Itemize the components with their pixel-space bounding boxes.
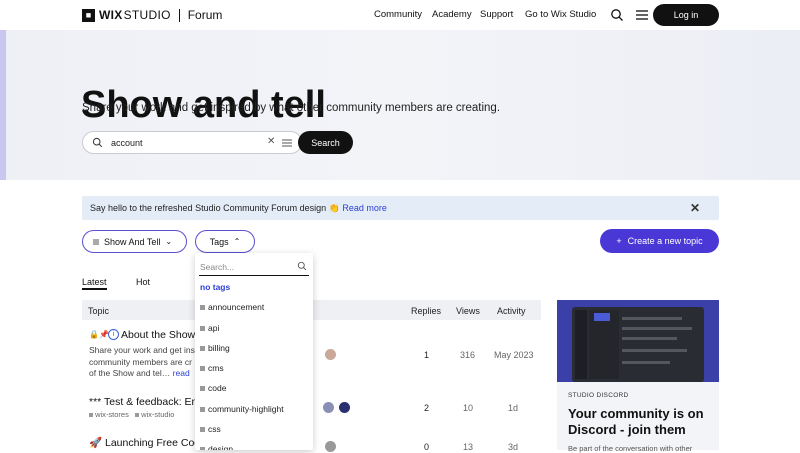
tag-option-no-tags[interactable]: no tags — [200, 282, 230, 292]
avatar[interactable] — [325, 349, 336, 360]
wix-studio-logo[interactable]: ■ WIX STUDIO Forum — [82, 8, 222, 22]
activity-time[interactable]: May 2023 — [494, 350, 534, 360]
close-icon[interactable]: ✕ — [690, 201, 700, 215]
col-views: Views — [456, 306, 480, 316]
read-more-link[interactable]: Read more — [342, 203, 387, 213]
side-eyebrow: STUDIO DISCORD — [568, 392, 629, 399]
tags-filter[interactable]: Tags ⌃ — [195, 230, 255, 253]
logo-mark: ■ — [82, 8, 95, 22]
tag-option[interactable]: cms — [200, 363, 224, 373]
info-icon: i — [108, 329, 119, 340]
tab-latest[interactable]: Latest — [82, 277, 107, 287]
hero-accent-bar — [0, 30, 6, 180]
avatar[interactable] — [323, 402, 334, 413]
tag-search-placeholder: Search... — [200, 262, 235, 272]
logo-studio: STUDIO — [123, 8, 171, 22]
category-color-swatch — [93, 238, 99, 245]
tag-option[interactable]: community-highlight — [200, 404, 284, 414]
nav-academy[interactable]: Academy — [432, 9, 472, 20]
page-subtitle: Share your work and get inspired by what… — [82, 102, 501, 114]
col-replies: Replies — [411, 306, 442, 316]
discord-screenshot — [572, 307, 704, 382]
clear-icon[interactable]: ✕ — [267, 136, 275, 147]
category-label: Show And Tell — [104, 236, 161, 247]
banner-text: Say hello to the refreshed Studio Commun… — [90, 203, 387, 213]
avatar[interactable] — [325, 441, 336, 452]
nav-support[interactable]: Support — [480, 9, 513, 20]
logo-forum: Forum — [187, 8, 223, 22]
menu-icon[interactable] — [635, 8, 649, 22]
logo-divider — [178, 8, 180, 22]
tag-option[interactable]: api — [200, 323, 219, 333]
views-count: 10 — [463, 403, 474, 413]
activity-time[interactable]: 1d — [508, 403, 518, 413]
announcement-banner: Say hello to the refreshed Studio Commun… — [82, 196, 719, 220]
nav-community[interactable]: Community — [374, 9, 422, 20]
side-title: Your community is on Discord - join them — [568, 406, 704, 437]
chevron-up-icon: ⌃ — [233, 237, 241, 246]
top-header: ■ WIX STUDIO Forum Community Academy Sup… — [0, 0, 800, 30]
plus-icon: + — [616, 236, 622, 246]
search-icon[interactable] — [610, 8, 624, 22]
topic-title[interactable]: About the Show — [121, 329, 195, 341]
search-button[interactable]: Search — [298, 131, 353, 154]
read-more-link[interactable]: read — [173, 368, 190, 378]
views-count: 13 — [463, 442, 474, 452]
tag-option[interactable]: css — [200, 424, 221, 434]
tags-label: Tags — [209, 236, 229, 247]
replies-count: 2 — [424, 403, 430, 413]
tab-hot[interactable]: Hot — [136, 277, 150, 287]
replies-count: 1 — [424, 350, 430, 360]
create-topic-button[interactable]: + Create a new topic — [600, 229, 719, 253]
tag-chip[interactable]: wix-stores — [89, 410, 129, 419]
avatar[interactable] — [339, 402, 350, 413]
create-topic-label: Create a new topic — [627, 236, 703, 246]
col-activity: Activity — [497, 306, 526, 316]
tag-option[interactable]: billing — [200, 343, 230, 353]
logo-brand: WIX — [99, 8, 123, 22]
tags-dropdown: Search... no tags announcement api billi… — [195, 253, 313, 450]
search-icon — [297, 261, 307, 271]
topic-title[interactable]: *** Test & feedback: Eme — [89, 396, 206, 408]
activity-time[interactable]: 3d — [508, 442, 518, 452]
tag-search-input[interactable]: Search... — [199, 257, 309, 276]
topic-excerpt: Share your work and get ins community me… — [89, 345, 195, 378]
views-count: 316 — [460, 350, 476, 360]
lock-icon: 🔒 — [89, 330, 99, 339]
search-value: account — [111, 138, 143, 148]
side-body: Be part of the conversation with other — [568, 444, 693, 453]
filter-icon[interactable] — [282, 138, 292, 148]
nav-go-to-wix-studio[interactable]: Go to Wix Studio — [525, 9, 596, 20]
topic-title[interactable]: 🚀 Launching Free Code — [89, 436, 206, 449]
chevron-down-icon: ⌄ — [165, 237, 173, 246]
tag-option[interactable]: design — [200, 444, 233, 450]
search-icon — [92, 137, 103, 148]
tab-active-underline — [82, 288, 107, 290]
category-filter[interactable]: Show And Tell ⌄ — [82, 230, 187, 253]
tag-option[interactable]: announcement — [200, 302, 264, 312]
search-input[interactable]: account ✕ — [82, 131, 302, 154]
login-button[interactable]: Log in — [653, 4, 719, 26]
tag-chip[interactable]: wix-studio — [135, 410, 174, 419]
col-topic: Topic — [88, 306, 110, 316]
replies-count: 0 — [424, 442, 430, 452]
tag-option[interactable]: code — [200, 383, 226, 393]
